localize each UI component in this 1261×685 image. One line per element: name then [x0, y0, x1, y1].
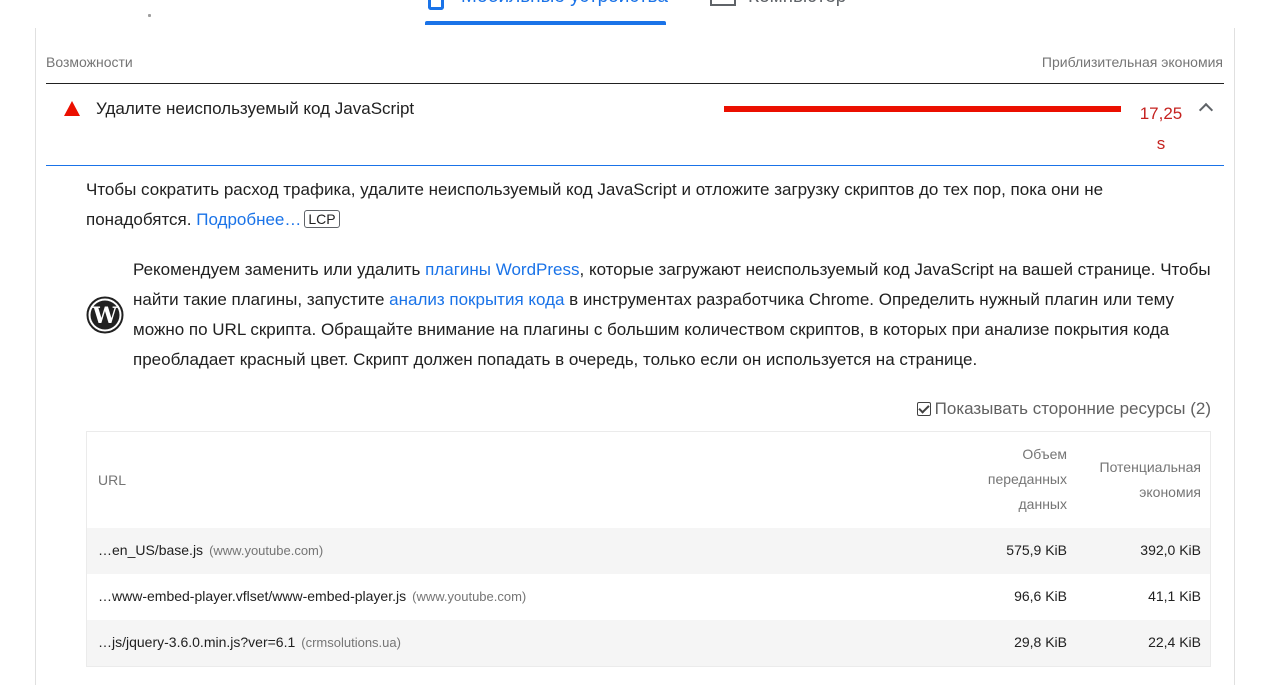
decorative-mark — [148, 14, 151, 17]
smartphone-icon — [428, 0, 444, 10]
pagespeed-report: Мобильные устройства Компьютер Возможнос… — [0, 0, 1261, 685]
row-transfer-size: 96,6 KiB — [1014, 588, 1067, 604]
wp-text-1: Рекомендуем заменить или удалить — [133, 260, 426, 279]
savings-value: 17,25 s — [1136, 99, 1186, 159]
row-transfer-size: 575,9 KiB — [1006, 542, 1067, 558]
url-origin: (www.youtube.com) — [412, 589, 527, 604]
code-coverage-link[interactable]: анализ покрытия кода — [389, 290, 564, 309]
row-potential-savings: 41,1 KiB — [1148, 588, 1201, 604]
header-size-line: данных — [1018, 496, 1067, 512]
svg-text:W: W — [92, 303, 118, 329]
url-origin: (www.youtube.com) — [209, 543, 324, 558]
url-path: …js/jquery-3.6.0.min.js?ver=6.1 — [98, 634, 296, 650]
third-party-checkbox[interactable] — [916, 402, 931, 416]
audit-unused-javascript[interactable]: Удалите неиспользуемый код JavaScript 17… — [46, 84, 1224, 166]
url-origin: (crmsolutions.ua) — [301, 635, 401, 650]
warning-triangle-icon — [64, 101, 80, 116]
table-row: …js/jquery-3.6.0.min.js?ver=6.1 (crmsolut… — [87, 620, 1210, 666]
tab-desktop[interactable]: Компьютер — [708, 0, 858, 16]
savings-unit: s — [1156, 134, 1166, 153]
header-size-line: Объем — [1022, 446, 1067, 462]
header-potential-savings: Потенциальная экономия — [1081, 455, 1202, 505]
row-url[interactable]: …js/jquery-3.6.0.min.js?ver=6.1 (crmsolut… — [98, 634, 401, 650]
tab-desktop-label: Компьютер — [748, 0, 846, 8]
lcp-badge: LCP — [304, 210, 340, 228]
table-row: …en_US/base.js (www.youtube.com) 575,9 Ki… — [87, 528, 1210, 574]
savings-bar — [724, 106, 1121, 112]
active-tab-indicator — [425, 21, 666, 25]
resources-table: URL Объем переданных данных Потенциальна… — [86, 431, 1211, 667]
wordpress-plugins-link[interactable]: плагины WordPress — [425, 260, 579, 279]
show-third-party-toggle[interactable]: Показывать сторонние ресурсы (2) — [916, 397, 1211, 421]
savings-number: 17,25 — [1139, 104, 1183, 123]
tab-mobile[interactable]: Мобильные устройства — [425, 0, 668, 26]
row-url[interactable]: …www-embed-player.vflset/www-embed-playe… — [98, 588, 526, 604]
opportunities-column-label: Возможности — [46, 54, 133, 70]
opportunities-header: Возможности Приблизительная экономия — [46, 48, 1224, 84]
laptop-icon — [710, 0, 736, 6]
estimated-savings-column-label: Приблизительная экономия — [1041, 54, 1223, 70]
row-transfer-size: 29,8 KiB — [1014, 634, 1067, 650]
header-savings-line: экономия — [1139, 484, 1201, 500]
url-path: …www-embed-player.vflset/www-embed-playe… — [98, 588, 407, 604]
table-row: …www-embed-player.vflset/www-embed-playe… — [87, 574, 1210, 620]
audit-description: Чтобы сократить расход трафика, удалите … — [86, 175, 1196, 235]
header-savings-line: Потенциальная — [1099, 459, 1202, 475]
learn-more-link[interactable]: Подробнее… — [196, 210, 301, 229]
audit-title: Удалите неиспользуемый код JavaScript — [96, 99, 415, 118]
header-url: URL — [98, 472, 127, 488]
row-potential-savings: 392,0 KiB — [1140, 542, 1201, 558]
row-potential-savings: 22,4 KiB — [1148, 634, 1201, 650]
wordpress-icon: W — [86, 296, 124, 334]
wordpress-recommendation: Рекомендуем заменить или удалить плагины… — [133, 255, 1213, 375]
row-url[interactable]: …en_US/base.js (www.youtube.com) — [98, 542, 323, 558]
tab-mobile-label: Мобильные устройства — [461, 0, 668, 8]
header-transfer-size: Объем переданных данных — [967, 442, 1067, 517]
header-size-line: переданных — [987, 471, 1067, 487]
table-header: URL Объем переданных данных Потенциальна… — [87, 432, 1210, 528]
url-path: …en_US/base.js — [98, 542, 204, 558]
third-party-label: Показывать сторонние ресурсы (2) — [934, 399, 1211, 418]
device-tabs: Мобильные устройства Компьютер — [0, 0, 1261, 30]
chevron-up-icon[interactable] — [1198, 102, 1214, 118]
